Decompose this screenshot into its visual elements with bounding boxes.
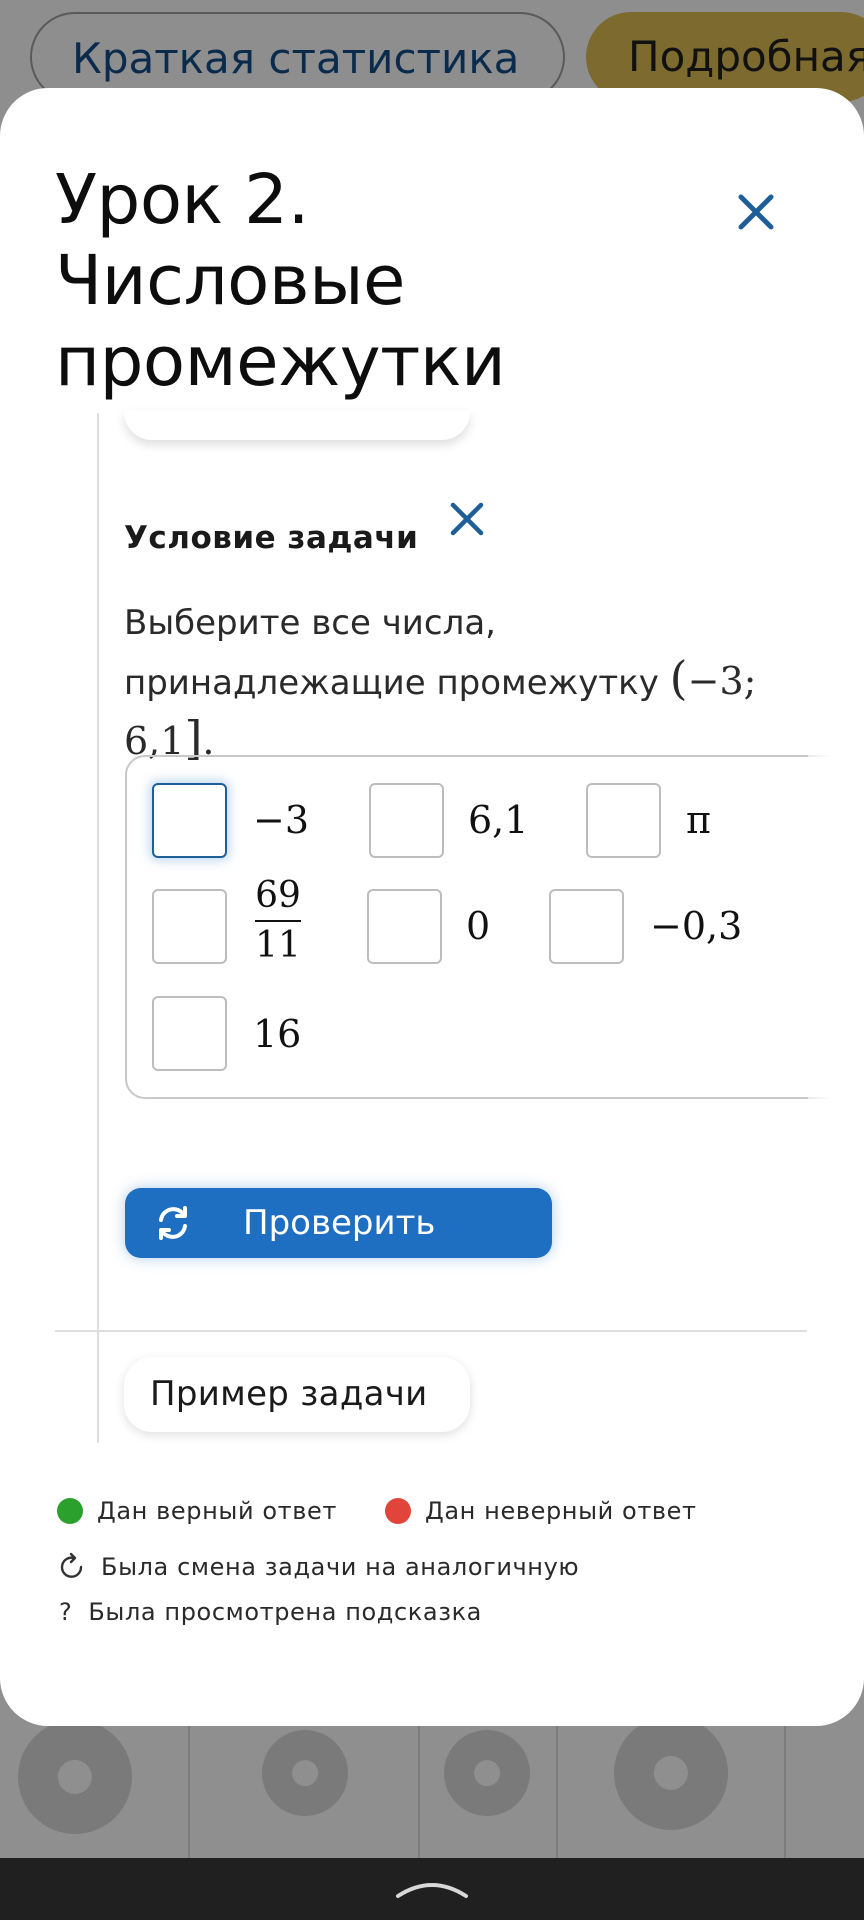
task-instruction-text: Выберите все числа, принадлежащие промеж…: [124, 603, 659, 703]
task-condition-heading: Условие задачи: [124, 520, 419, 556]
close-modal-icon[interactable]: [733, 189, 779, 235]
task-example-button[interactable]: Пример задачи: [124, 1357, 470, 1432]
option-label-neg3: −3: [253, 798, 310, 842]
progress-wheel-icon: [262, 1730, 348, 1816]
option-label-neg0-3: −0,3: [650, 904, 743, 948]
check-answer-button[interactable]: Проверить: [125, 1188, 552, 1258]
check-answer-label: Проверить: [243, 1203, 436, 1243]
option-checkbox-neg0-3[interactable]: [549, 889, 624, 964]
system-nav-bar: [0, 1858, 864, 1920]
legend-correct: Дан верный ответ: [57, 1497, 337, 1525]
option-label-6-1: 6,1: [468, 798, 529, 842]
chevron-up-icon[interactable]: [392, 1872, 472, 1902]
modal-title: Урок 2. Числовые промежутки: [55, 160, 506, 402]
option-checkbox-69-11[interactable]: [152, 889, 227, 964]
option-checkbox-0[interactable]: [367, 889, 442, 964]
option-label-16: 16: [253, 1012, 302, 1056]
legend-wrong: Дан неверный ответ: [385, 1497, 697, 1525]
question-mark-icon: ?: [59, 1598, 73, 1626]
option-checkbox-pi[interactable]: [586, 783, 661, 858]
legend-correct-label: Дан верный ответ: [97, 1497, 337, 1525]
progress-wheel-icon: [18, 1720, 132, 1834]
interval-open-paren: (: [669, 651, 688, 705]
progress-wheel-icon: [614, 1716, 728, 1830]
timeline-line: [97, 413, 99, 1443]
task-instruction: Выберите все числа, принадлежащие промеж…: [124, 596, 804, 771]
green-dot-icon: [57, 1498, 83, 1524]
legend-replaced: Была смена задачи на аналогичную: [57, 1552, 579, 1582]
option-label-69-11: 69 11: [255, 874, 301, 968]
refresh-icon: [159, 1206, 187, 1240]
option-label-0: 0: [466, 904, 491, 948]
option-checkbox-6-1[interactable]: [369, 783, 444, 858]
fraction-denominator: 11: [255, 925, 301, 966]
previous-item-card[interactable]: [124, 410, 470, 440]
legend-replaced-label: Была смена задачи на аналогичную: [101, 1553, 580, 1581]
scroll-fade: [808, 740, 864, 1120]
close-task-icon[interactable]: [448, 500, 486, 538]
section-divider: [55, 1330, 807, 1332]
progress-wheel-icon: [444, 1730, 530, 1816]
legend-hint: ? Была просмотрена подсказка: [57, 1598, 482, 1626]
option-checkbox-16[interactable]: [152, 996, 227, 1071]
red-dot-icon: [385, 1498, 411, 1524]
fraction-numerator: 69: [255, 875, 301, 916]
fraction-bar: [255, 920, 301, 922]
option-label-pi: π: [686, 798, 711, 842]
refresh-arrow-icon: [60, 1552, 83, 1578]
legend-wrong-label: Дан неверный ответ: [425, 1497, 697, 1525]
option-checkbox-neg3[interactable]: [152, 783, 227, 858]
legend-hint-label: Была просмотрена подсказка: [88, 1598, 482, 1626]
